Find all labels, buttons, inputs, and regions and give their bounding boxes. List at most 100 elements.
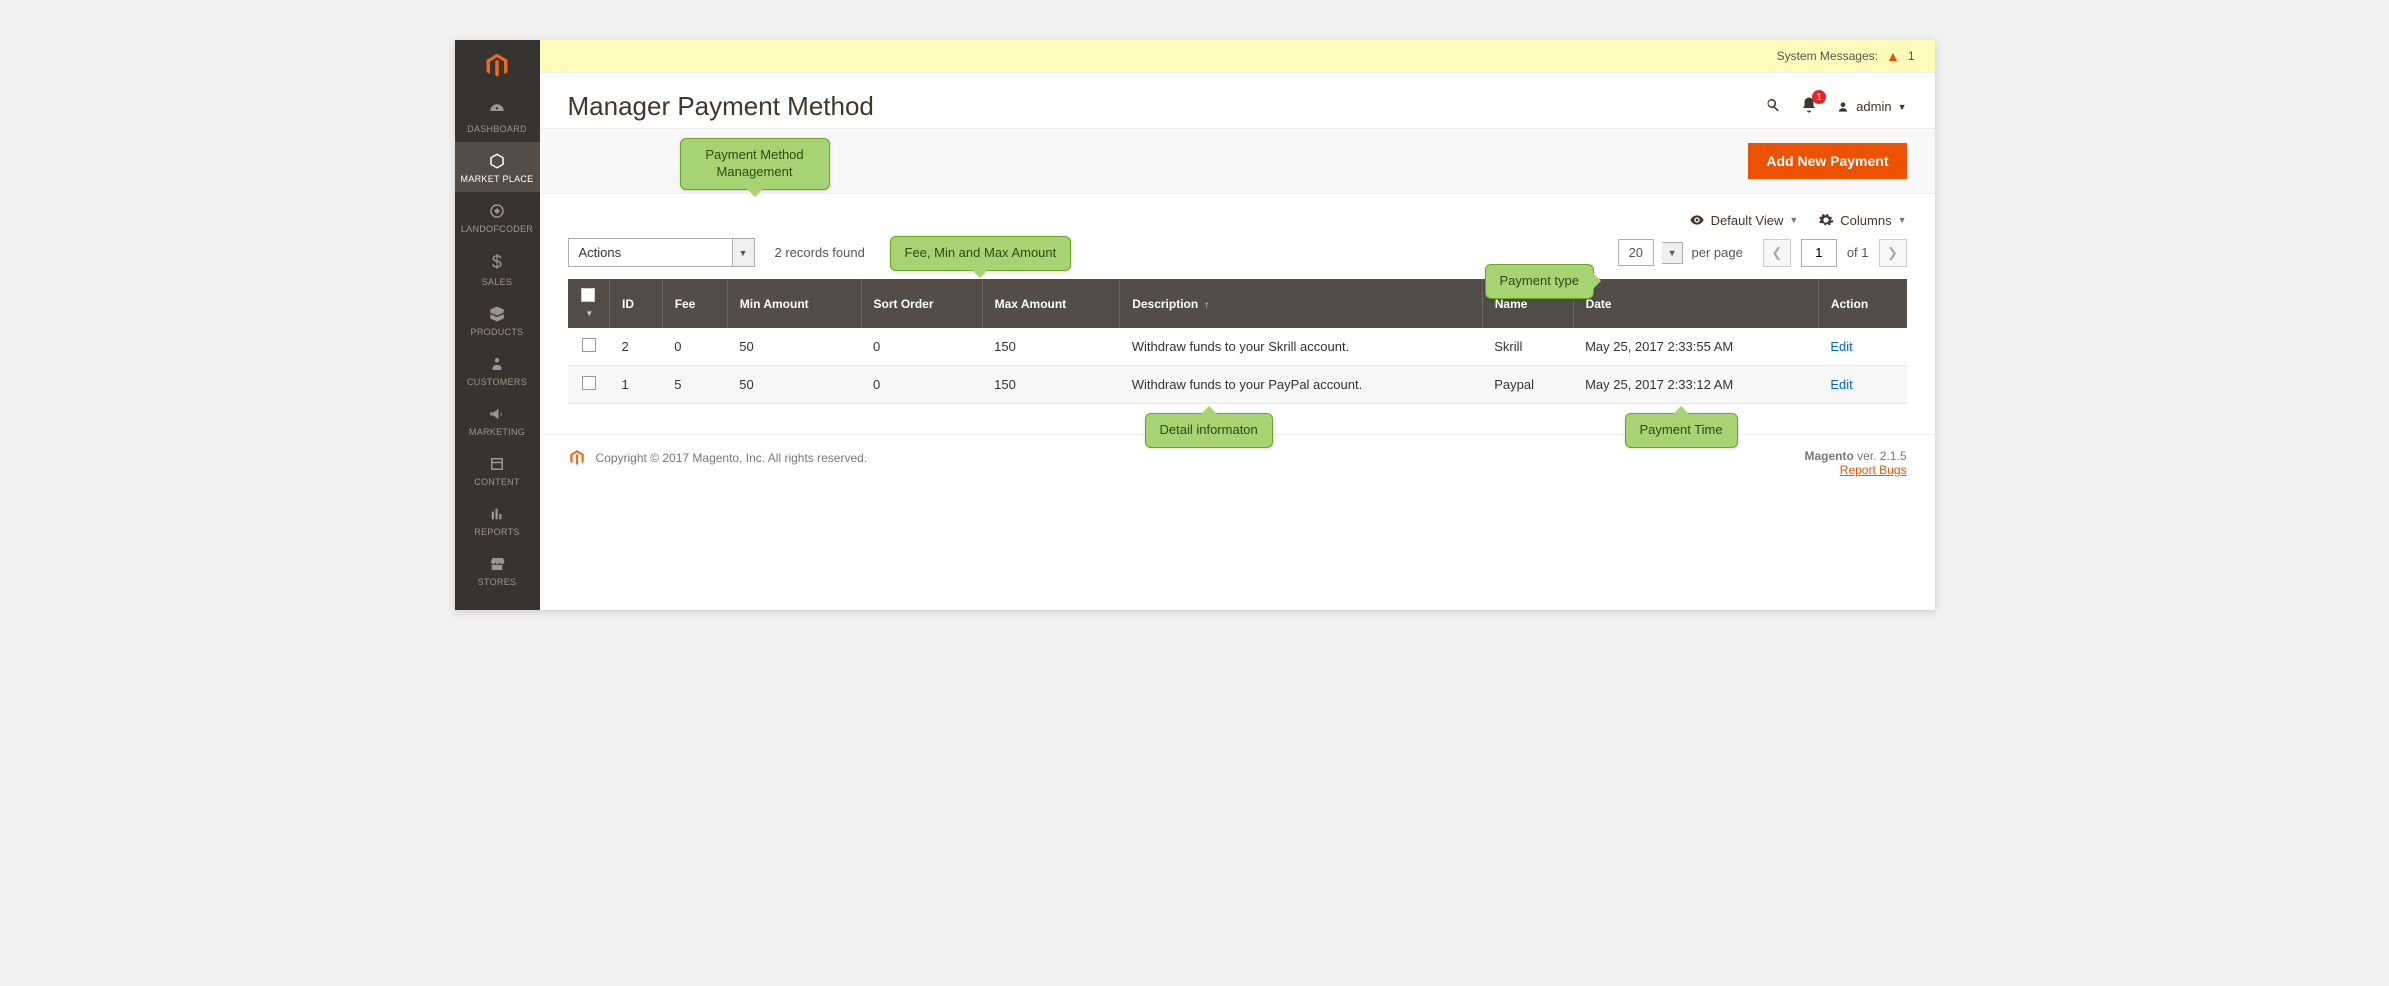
nav-label: CONTENT	[474, 477, 520, 487]
copyright-text: Copyright © 2017 Magento, Inc. All right…	[596, 451, 868, 465]
header-checkbox[interactable]: ▼	[568, 279, 610, 328]
cell-desc: Withdraw funds to your PayPal account.	[1120, 366, 1483, 404]
header-sort-order[interactable]: Sort Order	[861, 279, 982, 328]
callout-payment-type: Payment type	[1485, 264, 1595, 299]
cell-fee: 5	[662, 366, 727, 404]
chevron-down-icon: ▼	[733, 238, 755, 267]
chevron-down-icon: ▼	[1898, 215, 1907, 225]
per-page-label: per page	[1691, 245, 1742, 260]
cell-name: Skrill	[1482, 328, 1573, 366]
next-page-button[interactable]: ❯	[1879, 239, 1907, 267]
per-page-selector: 20 ▼ per page	[1618, 239, 1743, 266]
nav-products[interactable]: PRODUCTS	[455, 295, 540, 345]
nav-marketplace[interactable]: MARKET PLACE	[455, 142, 540, 192]
cell-id: 2	[610, 328, 663, 366]
search-icon[interactable]	[1764, 96, 1782, 117]
user-icon	[1836, 100, 1850, 114]
cell-min: 50	[727, 328, 861, 366]
add-new-payment-button[interactable]: Add New Payment	[1748, 143, 1906, 179]
nav-label: MARKETING	[469, 427, 525, 437]
nav-sales[interactable]: $ SALES	[455, 242, 540, 295]
grid-controls: Actions ▼ 2 records found 20 ▼ per page …	[540, 238, 1935, 279]
nav-content[interactable]: CONTENT	[455, 445, 540, 495]
pager: ❮ of 1 ❯	[1763, 239, 1907, 267]
edit-link[interactable]: Edit	[1830, 339, 1852, 354]
app-window: DASHBOARD MARKET PLACE LANDOFCODER $ SAL…	[455, 40, 1935, 610]
cell-desc: Withdraw funds to your Skrill account.	[1120, 328, 1483, 366]
admin-label: admin	[1856, 99, 1891, 114]
page-input[interactable]	[1801, 239, 1837, 267]
cell-date: May 25, 2017 2:33:12 AM	[1573, 366, 1818, 404]
page-header: Manager Payment Method 1 admin ▼	[540, 73, 1935, 128]
eye-icon	[1689, 212, 1705, 228]
nav-reports[interactable]: REPORTS	[455, 495, 540, 545]
cell-fee: 0	[662, 328, 727, 366]
notifications-icon[interactable]: 1	[1800, 96, 1818, 117]
system-messages-count: 1	[1908, 49, 1915, 63]
table-row[interactable]: 2 0 50 0 150 Withdraw funds to your Skri…	[568, 328, 1907, 366]
default-view-dropdown[interactable]: Default View ▼	[1689, 212, 1799, 228]
cell-date: May 25, 2017 2:33:55 AM	[1573, 328, 1818, 366]
callout-payment-time: Payment Time	[1625, 413, 1738, 448]
cell-max: 150	[982, 366, 1120, 404]
callout-detail-information: Detail informaton	[1145, 413, 1273, 448]
admin-account-dropdown[interactable]: admin ▼	[1836, 99, 1906, 114]
nav-label: MARKET PLACE	[461, 174, 534, 184]
callout-fee-min-max: Fee, Min and Max Amount	[890, 236, 1072, 271]
cell-min: 50	[727, 366, 861, 404]
nav-dashboard[interactable]: DASHBOARD	[455, 92, 540, 142]
nav-label: REPORTS	[474, 527, 519, 537]
header-id[interactable]: ID	[610, 279, 663, 328]
grid-wrapper: ▼ ID Fee Min Amount Sort Order Max Amoun…	[540, 279, 1935, 434]
version-brand: Magento	[1804, 449, 1853, 463]
nav-label: PRODUCTS	[471, 327, 524, 337]
header-max-amount[interactable]: Max Amount	[982, 279, 1120, 328]
prev-page-button[interactable]: ❮	[1763, 239, 1791, 267]
page-title: Manager Payment Method	[568, 91, 874, 122]
cell-name: Paypal	[1482, 366, 1573, 404]
warning-icon: ▲	[1886, 48, 1900, 64]
cell-id: 1	[610, 366, 663, 404]
edit-link[interactable]: Edit	[1830, 377, 1852, 392]
header-min-amount[interactable]: Min Amount	[727, 279, 861, 328]
nav-label: DASHBOARD	[467, 124, 527, 134]
columns-dropdown[interactable]: Columns ▼	[1818, 212, 1906, 228]
row-checkbox[interactable]	[582, 338, 596, 352]
chevron-down-icon: ▼	[1898, 102, 1907, 112]
nav-label: STORES	[478, 577, 517, 587]
nav-label: LANDOFCODER	[461, 224, 533, 234]
callout-payment-method-management: Payment Method Management	[680, 138, 830, 190]
header-date[interactable]: Date	[1573, 279, 1818, 328]
dollar-icon: $	[492, 252, 502, 273]
row-checkbox[interactable]	[582, 376, 596, 390]
nav-marketing[interactable]: MARKETING	[455, 395, 540, 445]
gear-icon	[1818, 212, 1834, 228]
notifications-badge: 1	[1812, 90, 1826, 104]
header-description[interactable]: Description	[1120, 279, 1483, 328]
system-messages-label: System Messages:	[1777, 49, 1878, 63]
actions-dropdown[interactable]: Actions ▼	[568, 238, 755, 267]
nav-stores[interactable]: STORES	[455, 545, 540, 595]
sidebar: DASHBOARD MARKET PLACE LANDOFCODER $ SAL…	[455, 40, 540, 610]
payment-methods-table: ▼ ID Fee Min Amount Sort Order Max Amoun…	[568, 279, 1907, 404]
header-action[interactable]: Action	[1818, 279, 1906, 328]
magento-logo-icon	[568, 449, 586, 467]
nav-label: CUSTOMERS	[467, 377, 527, 387]
nav-landofcoder[interactable]: LANDOFCODER	[455, 192, 540, 242]
report-bugs-link[interactable]: Report Bugs	[1840, 463, 1907, 477]
system-messages-bar[interactable]: System Messages: ▲ 1	[540, 40, 1935, 73]
magento-logo[interactable]	[455, 40, 540, 92]
records-found-label: 2 records found	[775, 245, 865, 260]
nav-customers[interactable]: CUSTOMERS	[455, 345, 540, 395]
chevron-down-icon: ▼	[1789, 215, 1798, 225]
nav-label: SALES	[482, 277, 513, 287]
version-text: ver. 2.1.5	[1854, 449, 1907, 463]
cell-sort: 0	[861, 328, 982, 366]
table-row[interactable]: 1 5 50 0 150 Withdraw funds to your PayP…	[568, 366, 1907, 404]
page-of-label: of 1	[1847, 245, 1869, 260]
chevron-down-icon[interactable]: ▼	[1662, 242, 1684, 264]
per-page-value[interactable]: 20	[1618, 239, 1654, 266]
header-fee[interactable]: Fee	[662, 279, 727, 328]
main-area: Payment Method Management Fee, Min and M…	[540, 40, 1935, 610]
header-tools: 1 admin ▼	[1764, 96, 1906, 117]
